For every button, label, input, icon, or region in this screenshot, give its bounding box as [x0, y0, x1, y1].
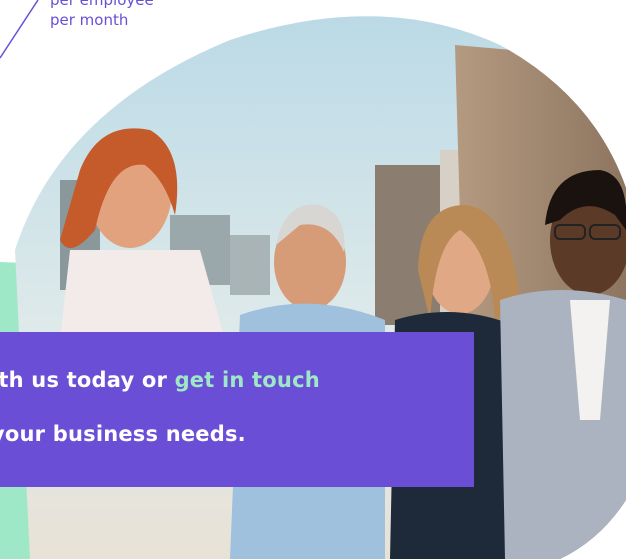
marketing-hero: per employee per month ith us today or g… [0, 0, 626, 559]
cta-text-before: ith us today or [0, 368, 175, 392]
cta-banner: ith us today or get in touch your busine… [0, 332, 474, 487]
get-in-touch-link[interactable]: get in touch [175, 368, 320, 392]
cta-line-2: your business needs. [0, 422, 246, 446]
cta-line-1: ith us today or get in touch [0, 368, 320, 392]
